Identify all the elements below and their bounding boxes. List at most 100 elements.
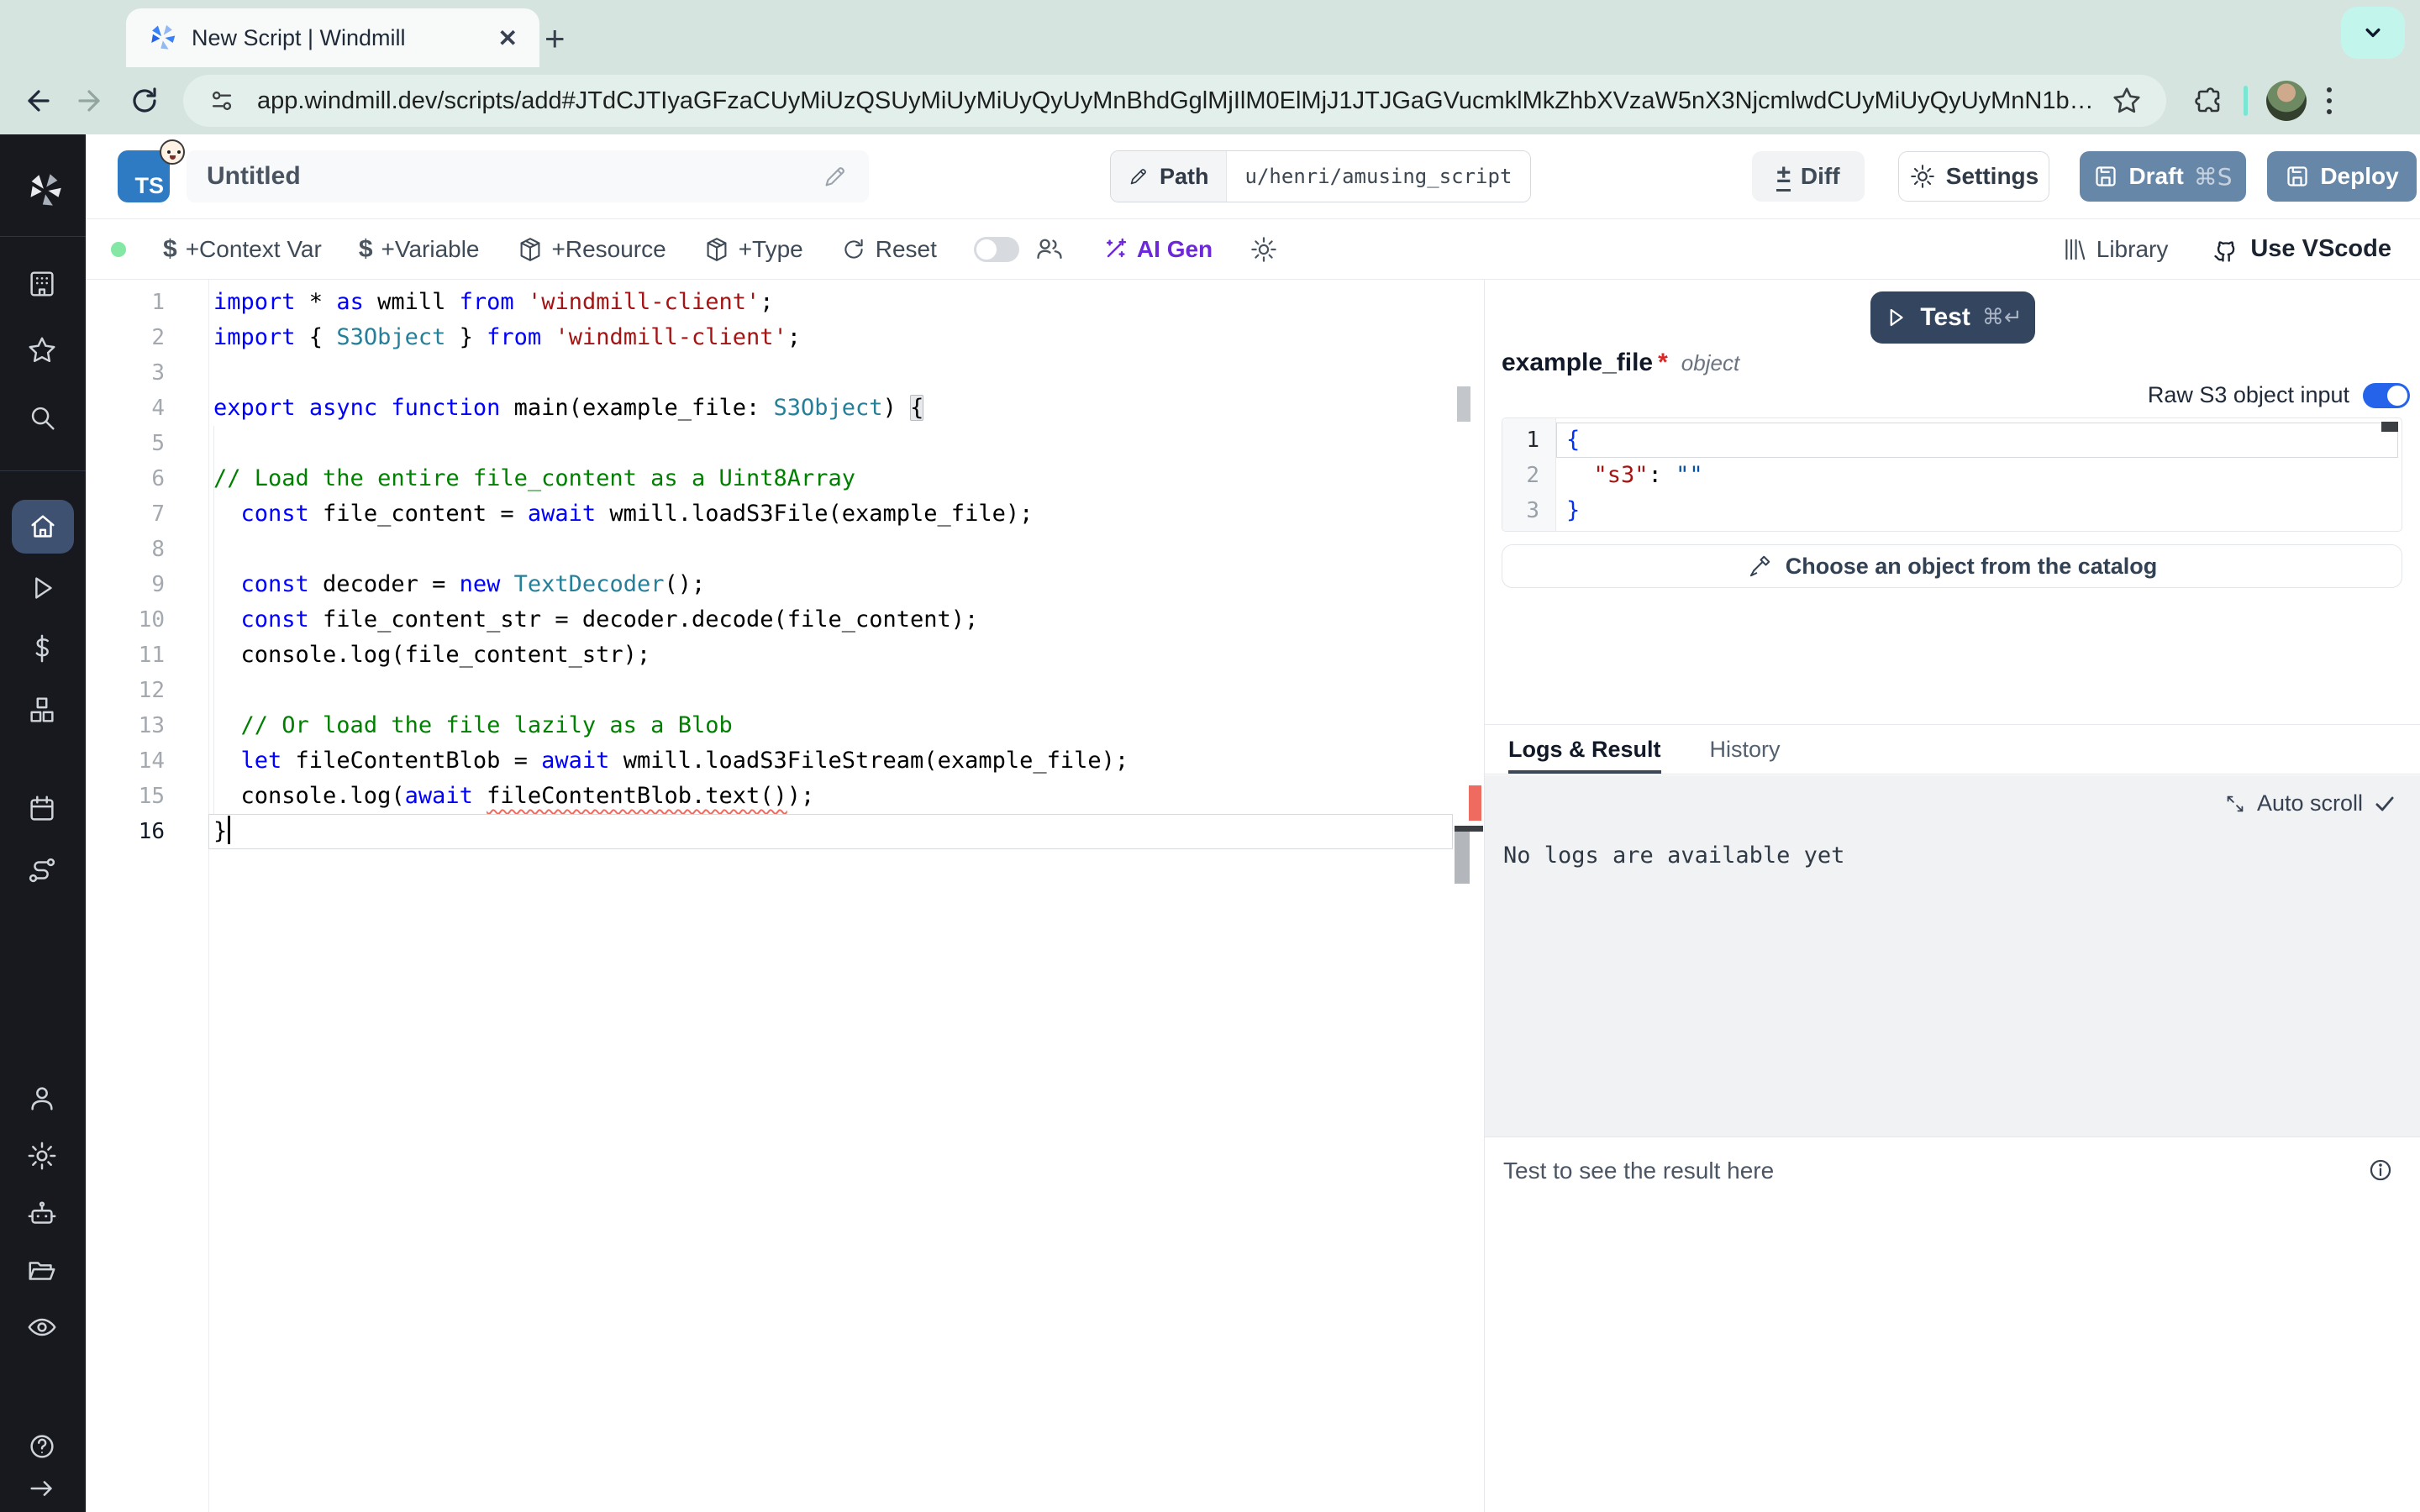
test-button[interactable]: Test ⌘↵ <box>1870 291 2035 344</box>
tab-search-chevron-button[interactable] <box>2341 7 2405 59</box>
dollar-icon: $ <box>163 235 177 264</box>
sidebar-help-circle-icon[interactable] <box>26 1431 60 1464</box>
browser-tab[interactable]: New Script | Windmill ✕ <box>126 8 539 67</box>
code-line[interactable]: 16} <box>86 814 1453 849</box>
line-number: 2 <box>86 320 208 355</box>
save-icon <box>2285 164 2310 189</box>
argument-type: object <box>1681 350 1739 376</box>
reset-button[interactable]: Reset <box>840 236 937 263</box>
main-area: TS Untitled Path u/henri/amusing_script … <box>86 134 2420 1512</box>
json-line[interactable]: 3} <box>1502 493 2398 528</box>
code-line[interactable]: 10 const file_content_str = decoder.deco… <box>86 602 1453 638</box>
back-icon[interactable] <box>20 84 54 118</box>
forward-icon[interactable] <box>74 84 108 118</box>
code-line[interactable]: 1import * as wmill from 'windmill-client… <box>86 285 1453 320</box>
code-line[interactable]: 3 <box>86 355 1453 391</box>
url-text[interactable]: app.windmill.dev/scripts/add#JTdCJTIyaGF… <box>257 87 2091 115</box>
text-cursor <box>228 816 230 844</box>
code-line[interactable]: 14 let fileContentBlob = await wmill.loa… <box>86 743 1453 779</box>
code-line[interactable]: 9 const decoder = new TextDecoder(); <box>86 567 1453 602</box>
sidebar-runs-play-icon[interactable] <box>26 572 60 606</box>
code-line[interactable]: 12 <box>86 673 1453 708</box>
code-line[interactable]: 8 <box>86 532 1453 567</box>
add-context-var-button[interactable]: $ +Context Var <box>163 235 322 264</box>
deploy-button[interactable]: Deploy <box>2267 151 2417 202</box>
type-label: +Type <box>739 236 803 263</box>
sidebar-variables-dollar-icon[interactable] <box>26 633 60 666</box>
sidebar-settings-gear-icon[interactable] <box>26 1140 60 1173</box>
settings-button[interactable]: Settings <box>1898 151 2049 202</box>
sidebar-workspace-icon[interactable] <box>26 268 60 302</box>
code-line[interactable]: 2import { S3Object } from 'windmill-clie… <box>86 320 1453 355</box>
code-line[interactable]: 13 // Or load the file lazily as a Blob <box>86 708 1453 743</box>
tab-close-icon[interactable]: ✕ <box>498 24 518 52</box>
diff-button[interactable]: ± Diff <box>1752 151 1865 202</box>
code-editor[interactable]: 1import * as wmill from 'windmill-client… <box>86 280 1483 1512</box>
windmill-app: TS Untitled Path u/henri/amusing_script … <box>0 134 2420 1512</box>
code-line[interactable]: 5 <box>86 426 1453 461</box>
sidebar-divider <box>0 236 86 237</box>
path-value: u/henri/amusing_script <box>1227 151 1531 202</box>
json-line[interactable]: 1{ <box>1502 423 2398 458</box>
path-pencil-icon <box>1128 165 1150 187</box>
sidebar-schedules-calendar-icon[interactable] <box>26 793 60 827</box>
line-content: } <box>208 814 1453 849</box>
info-icon[interactable] <box>2366 1156 2395 1184</box>
add-resource-button[interactable]: +Resource <box>517 236 666 263</box>
diff-icon: ± <box>1776 162 1790 192</box>
sidebar-workers-robot-icon[interactable] <box>26 1199 60 1232</box>
sidebar-collapse-arrow-icon[interactable] <box>26 1473 60 1506</box>
multiplayer-toggle[interactable] <box>974 237 1019 262</box>
code-line[interactable]: 15 console.log(await fileContentBlob.tex… <box>86 779 1453 814</box>
url-bar[interactable]: app.windmill.dev/scripts/add#JTdCJTIyaGF… <box>183 75 2166 127</box>
ai-gen-button[interactable]: AI Gen <box>1102 236 1213 263</box>
json-line[interactable]: 2 "s3": "" <box>1502 458 2398 493</box>
profile-avatar[interactable] <box>2266 81 2307 121</box>
sidebar-user-icon[interactable] <box>26 1083 60 1116</box>
use-vscode-label: Use VScode <box>2250 235 2391 263</box>
site-settings-icon[interactable] <box>207 86 237 116</box>
sidebar-flows-route-icon[interactable] <box>26 854 60 888</box>
dollar-icon: $ <box>359 235 373 264</box>
bookmark-star-icon[interactable] <box>2111 85 2143 117</box>
add-type-button[interactable]: +Type <box>703 236 803 263</box>
library-button[interactable]: Library <box>2061 236 2169 263</box>
sidebar-folders-icon[interactable] <box>26 1255 60 1289</box>
sidebar-search-icon[interactable] <box>26 402 60 435</box>
choose-object-button[interactable]: Choose an object from the catalog <box>1502 544 2402 588</box>
sidebar-audit-eye-icon[interactable] <box>26 1311 60 1345</box>
sidebar <box>0 134 86 1512</box>
draft-button[interactable]: Draft ⌘S <box>2080 151 2246 202</box>
browser-menu-icon[interactable] <box>2327 87 2332 114</box>
json-input-editor[interactable]: 1{2 "s3": ""3} <box>1502 417 2402 532</box>
edit-pencil-icon[interactable] <box>822 163 849 190</box>
code-line[interactable]: 6// Load the entire file_content as a Ui… <box>86 461 1453 496</box>
sidebar-windmill-logo-icon[interactable] <box>26 172 60 206</box>
sidebar-favorites-star-icon[interactable] <box>26 334 60 368</box>
add-variable-button[interactable]: $ +Variable <box>359 235 480 264</box>
new-tab-button[interactable]: + <box>544 18 566 59</box>
tab-history[interactable]: History <box>1710 725 1781 774</box>
sidebar-home-icon[interactable] <box>12 500 74 554</box>
context-var-label: +Context Var <box>186 236 322 263</box>
code-line[interactable]: 4export async function main(example_file… <box>86 391 1453 426</box>
sidebar-divider <box>0 470 86 471</box>
line-number: 8 <box>86 532 208 567</box>
editor-settings-gear-icon[interactable] <box>1249 235 1278 264</box>
path-button[interactable]: Path u/henri/amusing_script <box>1110 150 1531 202</box>
editor-scrollbar-thumb-2[interactable] <box>1455 832 1470 884</box>
code-line[interactable]: 7 const file_content = await wmill.loadS… <box>86 496 1453 532</box>
line-number: 7 <box>86 496 208 532</box>
editor-scrollbar-thumb[interactable] <box>1457 386 1470 422</box>
raw-s3-toggle[interactable] <box>2363 383 2410 408</box>
use-vscode-button[interactable]: Use VScode <box>2212 234 2391 265</box>
script-title[interactable]: Untitled <box>207 162 822 191</box>
auto-scroll-control[interactable]: Auto scroll <box>2223 790 2396 816</box>
code-line[interactable]: 11 console.log(file_content_str); <box>86 638 1453 673</box>
raw-s3-label: Raw S3 object input <box>2148 382 2349 408</box>
reload-icon[interactable] <box>128 84 161 118</box>
sidebar-resources-cubes-icon[interactable] <box>26 694 60 727</box>
extensions-puzzle-icon[interactable] <box>2191 84 2225 118</box>
script-title-field[interactable]: Untitled <box>187 150 869 202</box>
tab-logs-result[interactable]: Logs & Result <box>1508 725 1661 774</box>
